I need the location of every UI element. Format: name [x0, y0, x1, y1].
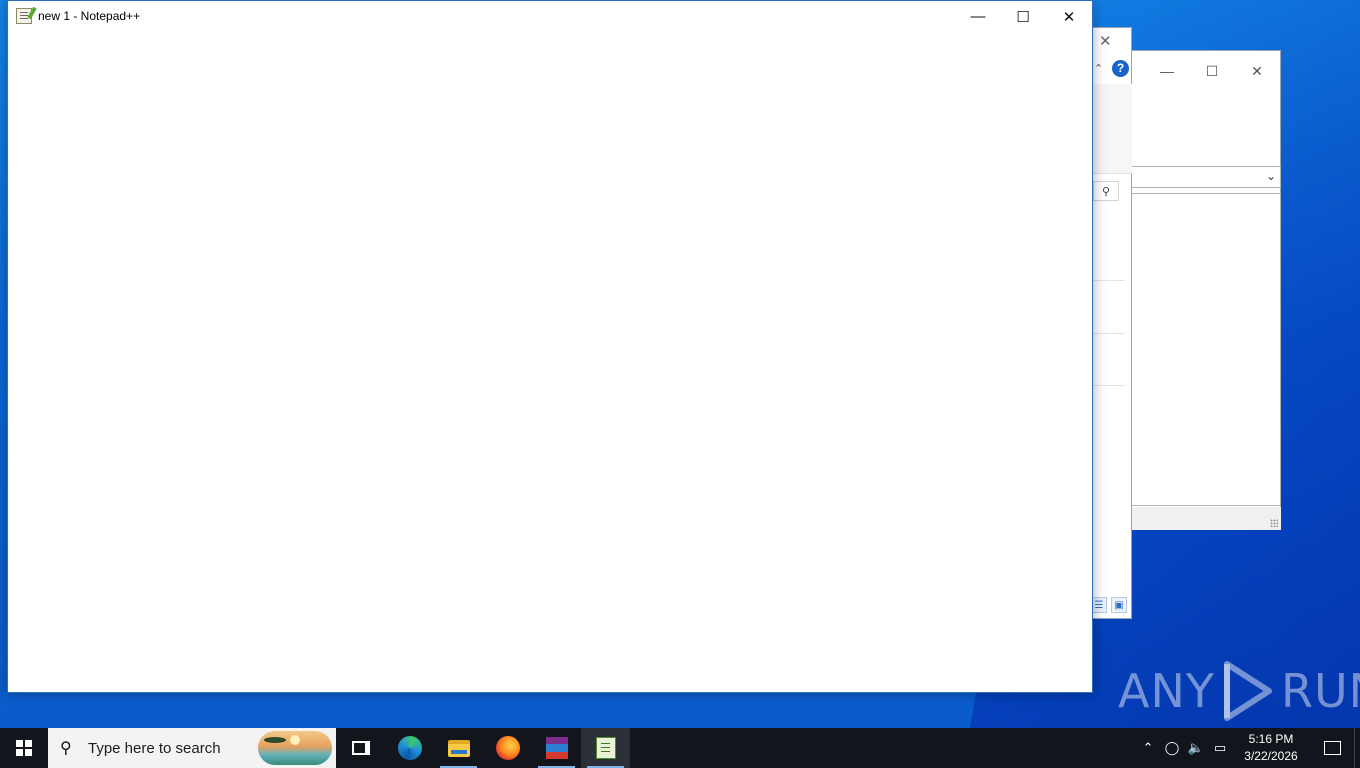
firefox-icon: [495, 736, 520, 760]
minimize-button[interactable]: —: [955, 1, 1001, 32]
close-button[interactable]: ✕: [1046, 1, 1092, 32]
view-buttons: ☰ ▣: [1091, 597, 1131, 615]
large-icons-view-icon[interactable]: ▣: [1111, 597, 1127, 613]
details-view-icon[interactable]: ☰: [1091, 597, 1107, 613]
meet-now-icon[interactable]: ◯: [1160, 740, 1184, 756]
windows-logo-icon: [16, 740, 32, 756]
ribbon-band: [1091, 84, 1132, 174]
play-logo-icon: [1223, 661, 1272, 721]
chevron-up-icon[interactable]: ⌃: [1136, 740, 1160, 756]
notification-icon: [1323, 741, 1341, 755]
folder-icon: [447, 739, 470, 757]
winrar-icon: [545, 737, 568, 759]
file-explorer-button[interactable]: [434, 728, 483, 768]
watermark-right-text: RUN: [1280, 664, 1360, 718]
resize-grip-icon[interactable]: [1270, 519, 1278, 527]
edge-button[interactable]: [385, 728, 434, 768]
search-placeholder: Type here to search: [88, 739, 221, 757]
background-explorer-window[interactable]: ✕ ⌃ ? ⚲ ☰ ▣: [1090, 27, 1132, 619]
notepad-plus-plus-icon: [595, 737, 616, 759]
notepad-plus-plus-button[interactable]: [581, 728, 630, 768]
clock-date: 3/22/2026: [1244, 749, 1298, 763]
search-icon[interactable]: ⚲: [1093, 181, 1119, 201]
divider: [1093, 280, 1125, 281]
dialog-list-area[interactable]: [1131, 193, 1281, 506]
divider: [1093, 385, 1125, 386]
chevron-down-icon: ⌄: [1265, 169, 1276, 183]
taskbar: ⚲ Type here to search ⌃ ◯ 🔈 ▭ 5:16 PM 3/…: [0, 728, 1360, 768]
maximize-icon[interactable]: ☐: [1192, 57, 1232, 85]
editor-area[interactable]: [8, 32, 1092, 692]
chevron-up-icon[interactable]: ⌃: [1094, 62, 1103, 75]
notifications-button[interactable]: [1310, 741, 1354, 755]
anyrun-watermark: ANY RUN: [1118, 656, 1360, 726]
start-button[interactable]: [0, 728, 48, 768]
edge-icon: [397, 736, 422, 760]
notepad-plus-plus-icon[interactable]: [16, 6, 37, 24]
show-desktop-button[interactable]: [1354, 728, 1360, 768]
close-icon[interactable]: ✕: [1099, 32, 1112, 50]
clock[interactable]: 5:16 PM 3/22/2026: [1232, 731, 1310, 765]
notepad-titlebar[interactable]: new 1 - Notepad++ — ☐ ✕: [8, 1, 1092, 32]
search-icon: ⚲: [60, 740, 72, 757]
watermark-left-text: ANY: [1118, 664, 1215, 718]
dialog-dropdown[interactable]: ⌄: [1131, 166, 1281, 188]
maximize-button[interactable]: ☐: [1000, 1, 1046, 32]
close-icon[interactable]: ✕: [1237, 57, 1277, 85]
notepad-window[interactable]: new 1 - Notepad++ — ☐ ✕: [7, 0, 1093, 693]
dialog-status-bar: [1131, 507, 1281, 530]
help-icon[interactable]: ?: [1112, 60, 1129, 77]
divider: [1093, 333, 1125, 334]
task-view-button[interactable]: [336, 728, 385, 768]
network-icon[interactable]: ▭: [1208, 740, 1232, 756]
task-view-icon: [351, 741, 370, 755]
search-highlight-image[interactable]: [258, 731, 332, 765]
volume-icon[interactable]: 🔈: [1184, 740, 1208, 756]
clock-time: 5:16 PM: [1248, 732, 1294, 746]
winrar-button[interactable]: [532, 728, 581, 768]
taskbar-search-box[interactable]: ⚲ Type here to search: [48, 728, 336, 768]
window-title: new 1 - Notepad++: [38, 9, 141, 23]
system-tray: ⌃ ◯ 🔈 ▭ 5:16 PM 3/22/2026: [1136, 728, 1360, 768]
firefox-button[interactable]: [483, 728, 532, 768]
minimize-icon[interactable]: —: [1147, 57, 1187, 85]
